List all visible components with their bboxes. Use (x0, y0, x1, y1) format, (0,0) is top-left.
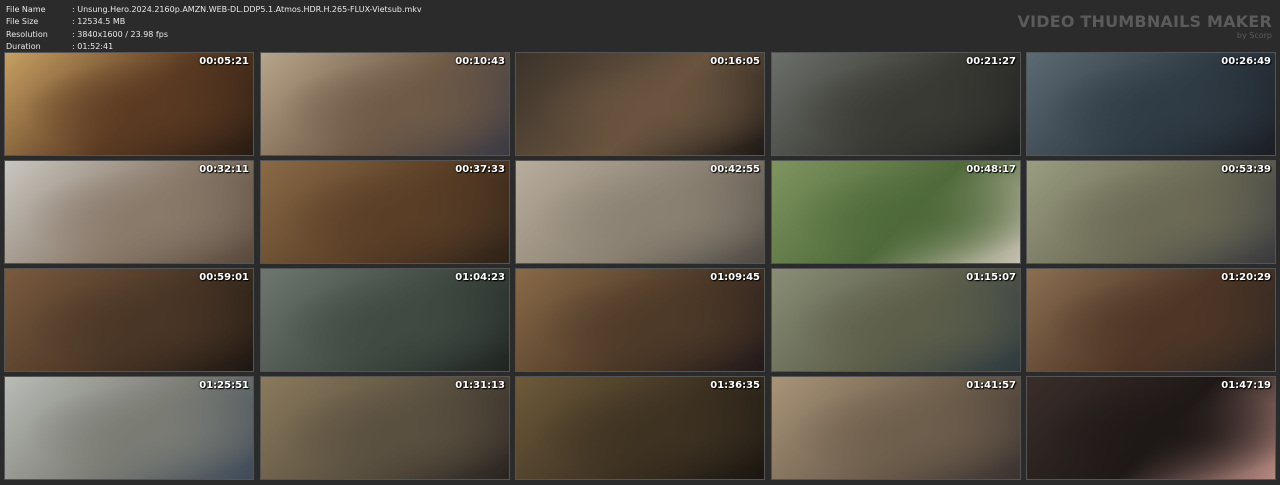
thumbnail-timestamp: 00:21:27 (966, 56, 1016, 67)
thumbnail-frame-image (516, 53, 764, 155)
thumbnail-frame-image (516, 161, 764, 263)
video-thumbnail[interactable]: 00:59:01 (4, 268, 254, 372)
thumbnail-frame-image (261, 377, 509, 479)
video-thumbnail[interactable]: 01:09:45 (515, 268, 765, 372)
file-info-label: File Size (6, 17, 39, 27)
video-thumbnail[interactable]: 00:05:21 (4, 52, 254, 156)
thumbnail-frame-image (772, 377, 1020, 479)
thumbnail-frame-image (5, 377, 253, 479)
file-info-row: File Name : Unsung.Hero.2024.2160p.AMZN.W… (6, 4, 422, 16)
video-thumbnail[interactable]: 00:37:33 (260, 160, 510, 264)
thumbnail-frame-image (5, 53, 253, 155)
thumbnail-frame-image (1027, 269, 1275, 371)
video-thumbnail[interactable]: 01:15:07 (771, 268, 1021, 372)
video-thumbnail[interactable]: 00:16:05 (515, 52, 765, 156)
header: File Name : Unsung.Hero.2024.2160p.AMZN.W… (0, 0, 1280, 53)
file-info: File Name : Unsung.Hero.2024.2160p.AMZN.W… (6, 4, 422, 53)
thumbnail-frame-image (261, 161, 509, 263)
thumbnail-timestamp: 01:25:51 (199, 380, 249, 391)
thumbnail-timestamp: 00:42:55 (710, 164, 760, 175)
video-thumbnail[interactable]: 01:25:51 (4, 376, 254, 480)
thumbnail-grid: 00:05:21 00:10:43 00:16:05 00:21:27 00:26:49… (4, 52, 1276, 484)
thumbnail-frame-image (516, 377, 764, 479)
file-info-label: File Name (6, 5, 46, 14)
brand-title: VIDEO THUMBNAILS MAKER (1017, 12, 1272, 31)
file-info-row: Resolution : 3840x1600 / 23.98 fps (6, 29, 422, 41)
file-info-value: : 12534.5 MB (72, 17, 126, 27)
file-info-value: : 3840x1600 / 23.98 fps (72, 29, 168, 39)
thumbnail-frame-image (1027, 53, 1275, 155)
thumbnail-timestamp: 01:31:13 (455, 380, 505, 391)
thumbnail-timestamp: 00:37:33 (455, 164, 505, 175)
video-thumbnail[interactable]: 00:53:39 (1026, 160, 1276, 264)
video-thumbnail[interactable]: 01:36:35 (515, 376, 765, 480)
brand-subtitle: by Scorp (1236, 31, 1272, 40)
thumbnail-frame-image (261, 53, 509, 155)
brand-logo: VIDEO THUMBNAILS MAKER by Scorp (1017, 12, 1272, 41)
video-thumbnail[interactable]: 01:31:13 (260, 376, 510, 480)
thumbnail-timestamp: 01:15:07 (966, 272, 1016, 283)
thumbnail-timestamp: 01:20:29 (1221, 272, 1271, 283)
thumbnail-frame-image (1027, 377, 1275, 479)
thumbnail-timestamp: 01:09:45 (710, 272, 760, 283)
thumbnail-timestamp: 00:59:01 (199, 272, 249, 283)
video-thumbnail[interactable]: 00:21:27 (771, 52, 1021, 156)
video-thumbnail[interactable]: 00:10:43 (260, 52, 510, 156)
thumbnail-timestamp: 01:36:35 (710, 380, 760, 391)
thumbnail-timestamp: 01:41:57 (966, 380, 1016, 391)
video-thumbnail[interactable]: 01:47:19 (1026, 376, 1276, 480)
thumbnail-timestamp: 00:05:21 (199, 56, 249, 67)
file-info-value: : Unsung.Hero.2024.2160p.AMZN.WEB-DL.DDP… (72, 5, 422, 14)
video-thumbnail[interactable]: 00:32:11 (4, 160, 254, 264)
file-info-row: File Size : 12534.5 MB (6, 16, 422, 28)
video-thumbnail[interactable]: 00:48:17 (771, 160, 1021, 264)
thumbnail-timestamp: 00:10:43 (455, 56, 505, 67)
thumbnail-timestamp: 00:16:05 (710, 56, 760, 67)
thumbnail-timestamp: 00:26:49 (1221, 56, 1271, 67)
thumbnail-frame-image (5, 269, 253, 371)
thumbnail-timestamp: 00:48:17 (966, 164, 1016, 175)
video-thumbnail[interactable]: 00:42:55 (515, 160, 765, 264)
thumbnail-frame-image (772, 161, 1020, 263)
thumbnail-timestamp: 01:47:19 (1221, 380, 1271, 391)
thumbnail-frame-image (5, 161, 253, 263)
thumbnail-frame-image (261, 269, 509, 371)
video-thumbnail[interactable]: 01:04:23 (260, 268, 510, 372)
thumbnail-timestamp: 00:32:11 (199, 164, 249, 175)
thumbnail-frame-image (772, 53, 1020, 155)
file-info-value: : 01:52:41 (72, 41, 114, 51)
video-thumbnail[interactable]: 01:20:29 (1026, 268, 1276, 372)
video-thumbnail[interactable]: 01:41:57 (771, 376, 1021, 480)
video-thumbnail[interactable]: 00:26:49 (1026, 52, 1276, 156)
thumbnail-frame-image (1027, 161, 1275, 263)
thumbnail-timestamp: 00:53:39 (1221, 164, 1271, 175)
file-info-label: Resolution (6, 29, 48, 39)
thumbnail-frame-image (516, 269, 764, 371)
thumbnail-timestamp: 01:04:23 (455, 272, 505, 283)
thumbnail-frame-image (772, 269, 1020, 371)
